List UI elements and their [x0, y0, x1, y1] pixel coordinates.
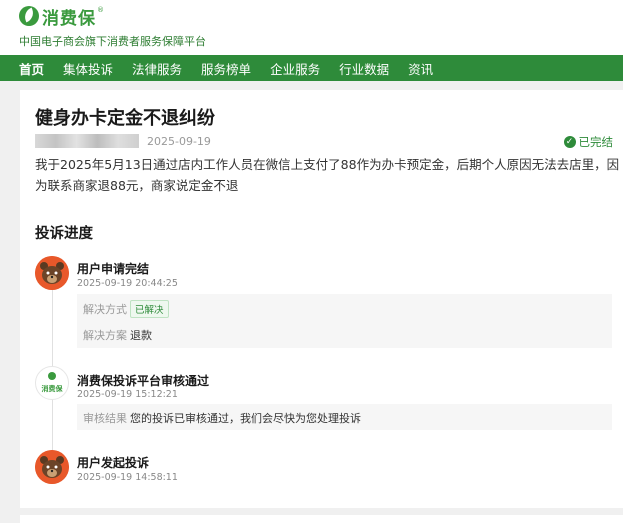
complaint-title: 健身办卡定金不退纠纷 — [35, 108, 215, 129]
status-text: 已完结 — [578, 135, 614, 149]
nav-item-enterprise-service[interactable]: 企业服务 — [270, 59, 320, 78]
site-header: 消费保 ® 中国电子商会旗下消费者服务保障平台 — [0, 0, 623, 55]
resolution-detail: 解决方式 已解决 解决方案 退款 — [77, 294, 612, 348]
method-label: 解决方式 — [83, 303, 127, 316]
complaint-card: 健身办卡定金不退纠纷 2025-09-19 ✓ 已完结 我于2025年5月13日… — [20, 90, 623, 508]
nav-item-news[interactable]: 资讯 — [408, 59, 433, 78]
avatar-logo-text: 消费保 — [41, 385, 63, 393]
nav-item-legal-service[interactable]: 法律服务 — [132, 59, 182, 78]
registered-mark: ® — [97, 6, 104, 14]
step-time: 2025-09-19 20:44:25 — [77, 278, 178, 289]
nav-item-service-ranking[interactable]: 服务榜单 — [201, 59, 251, 78]
nav-item-home[interactable]: 首页 — [19, 59, 44, 78]
next-card — [20, 515, 623, 523]
plan-label: 解决方案 — [83, 329, 127, 342]
logo-text: 消费保 — [42, 8, 96, 29]
step-title: 消费保投诉平台审核通过 — [77, 374, 210, 388]
review-detail: 审核结果 您的投诉已审核通过，我们会尽快为您处理投诉 — [77, 404, 612, 430]
leaf-logo-icon — [19, 6, 39, 26]
step-time: 2025-09-19 15:12:21 — [77, 389, 178, 400]
blurred-username — [35, 134, 139, 148]
check-circle-icon: ✓ — [563, 136, 576, 148]
result-label: 审核结果 — [83, 412, 127, 425]
main-nav: 首页 集体投诉 法律服务 服务榜单 企业服务 行业数据 资讯 — [0, 55, 623, 81]
status-badge: ✓ 已完结 — [563, 134, 614, 150]
nav-item-collective-complaint[interactable]: 集体投诉 — [63, 59, 113, 78]
plan-value: 退款 — [130, 329, 152, 342]
nav-item-industry-data[interactable]: 行业数据 — [339, 59, 389, 78]
complaint-description: 我于2025年5月13日通过店内工作人员在微信上支付了88作为办卡预定金，后期个… — [35, 157, 620, 193]
progress-section-title: 投诉进度 — [35, 226, 93, 242]
bear-avatar — [35, 450, 69, 484]
site-tagline: 中国电子商会旗下消费者服务保障平台 — [19, 35, 206, 48]
step-title: 用户发起投诉 — [77, 456, 150, 470]
xfb-logo-avatar: 消费保 — [35, 366, 69, 400]
step-title: 用户申请完结 — [77, 262, 150, 276]
result-value: 您的投诉已审核通过，我们会尽快为您处理投诉 — [130, 412, 361, 425]
bear-avatar — [35, 256, 69, 290]
complaint-date: 2025-09-19 — [147, 135, 211, 148]
site-logo[interactable]: 消费保 ® — [19, 4, 104, 29]
step-time: 2025-09-19 14:58:11 — [77, 472, 178, 483]
resolved-badge: 已解决 — [130, 300, 169, 318]
